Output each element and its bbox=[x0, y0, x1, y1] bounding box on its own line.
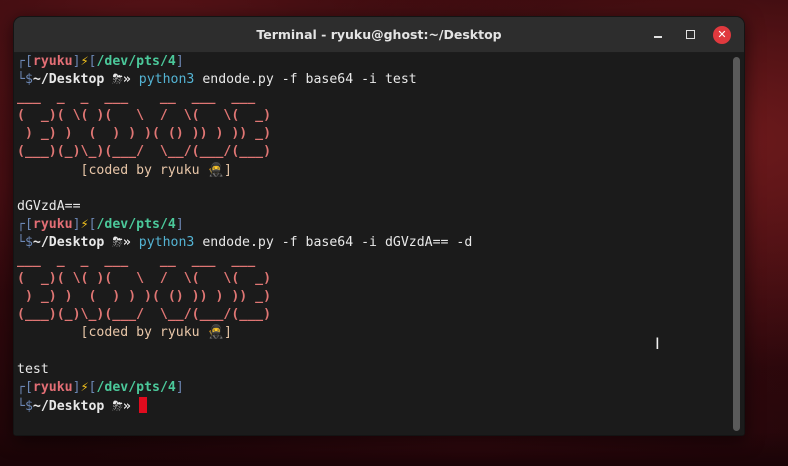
prompt-corner: ┌ bbox=[17, 54, 25, 69]
prompt-line-top: ┌[ryuku]⚡[/dev/pts/4] bbox=[17, 54, 184, 69]
prompt-line-command: └$~/Desktop ⛈» python3 endode.py -f base… bbox=[17, 234, 729, 252]
weather-icon: ⛈ bbox=[112, 398, 123, 414]
maximize-icon bbox=[685, 29, 695, 39]
text-cursor[interactable] bbox=[138, 396, 147, 413]
ibeam-cursor-icon: I bbox=[655, 334, 660, 353]
prompt-arrow: » bbox=[122, 72, 131, 88]
prompt-line-top: ┌[ryuku]⚡[/dev/pts/4] bbox=[17, 379, 184, 395]
desktop-background bbox=[0, 432, 788, 466]
prompt-cwd: ~/Desktop bbox=[32, 72, 105, 88]
prompt-line-current[interactable]: └$~/Desktop ⛈» bbox=[17, 396, 729, 415]
coded-by-text: [coded by ryuku 🥷] bbox=[80, 162, 232, 178]
prompt-corner: └ bbox=[17, 398, 25, 414]
title-bar[interactable]: Terminal - ryuku@ghost:~/Desktop ✕ bbox=[14, 17, 744, 53]
command-args: endode.py -f base64 -i test bbox=[202, 72, 417, 88]
prompt-dollar: $ bbox=[24, 72, 33, 88]
command-args: endode.py -f base64 -i dGVzdA== -d bbox=[202, 234, 473, 250]
banner-line: ) _) ) ( ) ) )( () )) ) )) _) bbox=[17, 289, 272, 305]
weather-icon: ⛈ bbox=[112, 72, 123, 88]
terminal-output[interactable]: ┌[ryuku]⚡[/dev/pts/4] └$~/Desktop ⛈» pyt… bbox=[17, 53, 729, 415]
command-output: test bbox=[17, 361, 49, 377]
prompt-tty: /dev/pts/4 bbox=[96, 379, 176, 395]
banner-line: ( _)( \( )( \ / \( \( _) bbox=[17, 271, 272, 287]
prompt-cwd: ~/Desktop bbox=[32, 398, 105, 414]
prompt-arrow: » bbox=[122, 234, 131, 250]
prompt-dollar: $ bbox=[24, 234, 33, 250]
coded-by-text: [coded by ryuku 🥷] bbox=[80, 325, 232, 341]
terminal-window[interactable]: Terminal - ryuku@ghost:~/Desktop ✕ ┌[ryu… bbox=[13, 16, 745, 436]
prompt-arrow: » bbox=[122, 398, 131, 414]
close-icon: ✕ bbox=[717, 28, 727, 41]
prompt-corner: └ bbox=[17, 234, 25, 250]
banner-line: (___)(_)\_)(___/ \__/(___/(___) bbox=[17, 144, 272, 160]
banner-line: ___ _ _ ___ __ ___ ___ bbox=[17, 253, 256, 269]
bolt-icon: ⚡ bbox=[80, 379, 89, 395]
prompt-line-top: ┌[ryuku]⚡[/dev/pts/4] bbox=[17, 216, 184, 232]
prompt-line-command: └$~/Desktop ⛈» python3 endode.py -f base… bbox=[17, 71, 729, 89]
prompt-cwd: ~/Desktop bbox=[32, 234, 105, 250]
prompt-dollar: $ bbox=[24, 398, 33, 414]
bolt-icon: ⚡ bbox=[80, 54, 89, 69]
prompt-corner: ┌ bbox=[17, 379, 25, 395]
prompt-user: ryuku bbox=[32, 216, 73, 232]
banner-line: ___ _ _ ___ __ ___ ___ bbox=[17, 90, 256, 106]
window-title: Terminal - ryuku@ghost:~/Desktop bbox=[256, 27, 502, 42]
command-output: dGVzdA== bbox=[17, 198, 81, 214]
command-name: python3 bbox=[138, 72, 195, 88]
banner-line: ( _)( \( )( \ / \( \( _) bbox=[17, 108, 272, 124]
maximize-button[interactable] bbox=[681, 26, 699, 44]
terminal-area[interactable]: ┌[ryuku]⚡[/dev/pts/4] └$~/Desktop ⛈» pyt… bbox=[14, 53, 744, 435]
banner-line: (___)(_)\_)(___/ \__/(___/(___) bbox=[17, 307, 272, 323]
minimize-button[interactable] bbox=[649, 26, 667, 44]
weather-icon: ⛈ bbox=[112, 234, 123, 250]
bolt-icon: ⚡ bbox=[80, 216, 89, 232]
minimize-icon bbox=[654, 36, 662, 38]
prompt-user: ryuku bbox=[32, 379, 73, 395]
prompt-corner: └ bbox=[17, 72, 25, 88]
prompt-tty: /dev/pts/4 bbox=[96, 216, 176, 232]
command-name: python3 bbox=[138, 234, 195, 250]
banner-line: ) _) ) ( ) ) )( () )) ) )) _) bbox=[17, 126, 272, 142]
vertical-scrollbar[interactable] bbox=[733, 57, 740, 431]
prompt-tty: /dev/pts/4 bbox=[96, 54, 176, 69]
scrollbar-thumb[interactable] bbox=[733, 57, 740, 431]
prompt-corner: ┌ bbox=[17, 216, 25, 232]
close-button[interactable]: ✕ bbox=[713, 26, 731, 44]
prompt-user: ryuku bbox=[32, 54, 73, 69]
